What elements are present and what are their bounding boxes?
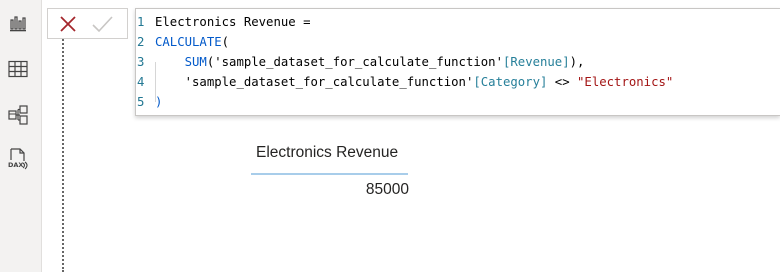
svg-text:DAX: DAX xyxy=(8,161,23,169)
commit-formula-button[interactable] xyxy=(89,12,115,36)
code-token: ) xyxy=(155,95,163,109)
line-number: 5 xyxy=(137,95,145,109)
code-token: ), xyxy=(569,55,585,69)
close-x-icon xyxy=(60,16,76,32)
code-token: 'sample_dataset_for_calculate_function' xyxy=(184,75,474,89)
dax-query-view-icon[interactable]: DAX xyxy=(7,148,29,170)
code-text: ) xyxy=(155,92,162,112)
table-visual[interactable]: Electronics Revenue 85000 xyxy=(250,140,412,210)
column-header[interactable]: Electronics Revenue xyxy=(256,144,398,162)
line-number: 1 xyxy=(137,15,145,29)
code-token: Electronics Revenue = xyxy=(155,15,311,29)
formula-commit-bar xyxy=(47,8,128,39)
table-view-icon[interactable] xyxy=(7,58,29,80)
view-switcher-rail: DAX xyxy=(0,0,42,272)
check-icon xyxy=(92,16,113,33)
code-token: [Revenue] xyxy=(502,55,570,69)
code-token: [Category] xyxy=(473,75,548,89)
code-token: ( xyxy=(221,35,230,49)
code-token: CALCULATE xyxy=(155,35,222,49)
code-text: 'sample_dataset_for_calculate_function'[… xyxy=(155,72,674,92)
code-token: SUM xyxy=(184,55,207,69)
code-text: CALCULATE( xyxy=(155,32,229,52)
code-token: <> xyxy=(547,75,578,89)
code-token: "Electronics" xyxy=(577,75,674,89)
line-number: 4 xyxy=(137,75,145,89)
dax-formula-editor[interactable]: 1 Electronics Revenue = 2 CALCULATE(3 SUM('… xyxy=(135,8,780,116)
cell-value: 85000 xyxy=(365,181,409,198)
code-text: SUM('sample_dataset_for_calculate_functi… xyxy=(155,52,585,72)
header-underline xyxy=(251,173,408,175)
model-view-icon[interactable] xyxy=(7,104,29,126)
cancel-formula-button[interactable] xyxy=(55,12,81,36)
code-text: Electronics Revenue = xyxy=(155,12,310,32)
line-number: 2 xyxy=(137,35,145,49)
code-token: 'sample_dataset_for_calculate_function' xyxy=(214,55,503,69)
line-number: 3 xyxy=(137,55,145,69)
visual-container-guide xyxy=(62,36,64,272)
report-view-icon[interactable] xyxy=(7,12,29,34)
